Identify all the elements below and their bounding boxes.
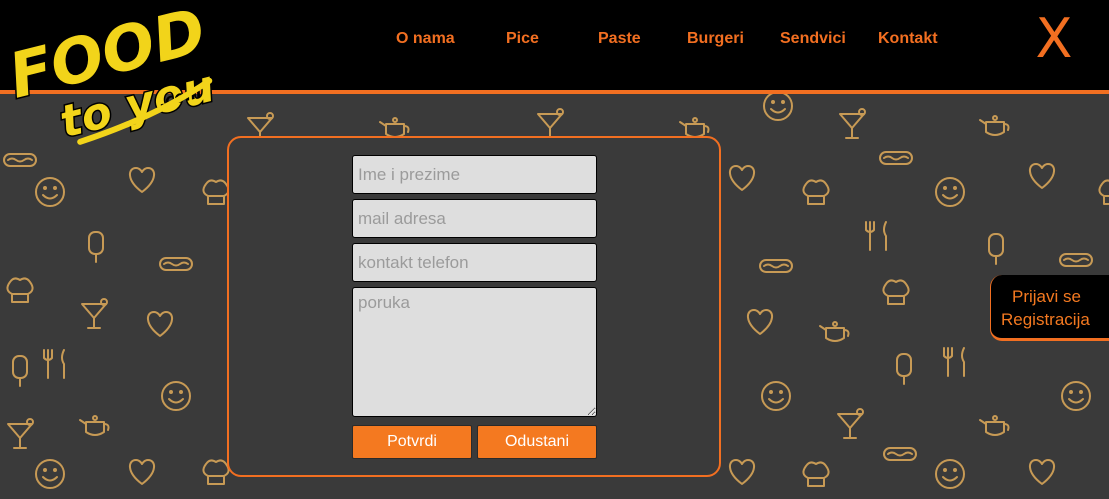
login-link[interactable]: Prijavi se xyxy=(1012,287,1081,307)
heart-icon xyxy=(122,452,162,492)
main-nav: O nama Pice Paste Burgeri Sendvici Konta… xyxy=(380,30,980,50)
email-input[interactable] xyxy=(352,199,597,238)
chef-hat-icon xyxy=(796,172,836,212)
heart-icon xyxy=(1022,452,1062,492)
heart-icon xyxy=(1022,156,1062,196)
cocktail-icon xyxy=(832,104,872,144)
chef-hat-icon xyxy=(796,454,836,494)
logo-graphic: FOOD to you .com xyxy=(0,0,221,150)
nav-item-o-nama[interactable]: O nama xyxy=(396,30,455,48)
chef-hat-icon xyxy=(0,270,40,310)
nav-item-sendvici[interactable]: Sendvici xyxy=(780,30,846,48)
name-input[interactable] xyxy=(352,155,597,194)
popsicle-icon xyxy=(76,226,116,266)
auth-side-tab: Prijavi se Registracija xyxy=(990,275,1109,341)
hotdog-icon xyxy=(876,138,916,178)
phone-input[interactable] xyxy=(352,243,597,282)
contact-form: Potvrdi Odustani xyxy=(227,136,721,477)
hotdog-icon xyxy=(756,246,796,286)
heart-icon xyxy=(140,304,180,344)
popsicle-icon xyxy=(976,228,1016,268)
cancel-button[interactable]: Odustani xyxy=(477,425,597,459)
popsicle-icon xyxy=(884,348,924,388)
close-menu-icon[interactable]: X xyxy=(1032,12,1076,66)
heart-icon xyxy=(722,452,762,492)
nav-item-kontakt[interactable]: Kontakt xyxy=(878,30,938,48)
nav-item-burgeri[interactable]: Burgeri xyxy=(687,30,744,48)
popsicle-icon xyxy=(0,350,40,390)
nav-item-paste[interactable]: Paste xyxy=(598,30,641,48)
cocktail-icon xyxy=(830,404,870,444)
teapot-icon xyxy=(816,312,856,352)
smiley-icon xyxy=(930,454,970,494)
hotdog-icon xyxy=(156,244,196,284)
smiley-icon xyxy=(930,172,970,212)
hotdog-icon xyxy=(880,434,920,474)
cocktail-icon xyxy=(0,414,40,454)
register-link[interactable]: Registracija xyxy=(1001,310,1090,330)
smiley-icon xyxy=(756,376,796,416)
smiley-icon xyxy=(30,454,70,494)
smiley-icon xyxy=(1056,376,1096,416)
submit-button[interactable]: Potvrdi xyxy=(352,425,472,459)
hotdog-icon xyxy=(1056,240,1096,280)
site-logo[interactable]: FOOD to you .com xyxy=(0,0,221,152)
cocktail-icon xyxy=(74,294,114,334)
fork-knife-icon xyxy=(858,216,898,256)
message-textarea[interactable] xyxy=(352,287,597,417)
heart-icon xyxy=(722,158,762,198)
fork-knife-icon xyxy=(36,344,76,384)
heart-icon xyxy=(740,302,780,342)
nav-item-pice[interactable]: Pice xyxy=(506,30,539,48)
teapot-icon xyxy=(976,406,1016,446)
smiley-icon xyxy=(156,376,196,416)
smiley-icon xyxy=(30,172,70,212)
fork-knife-icon xyxy=(936,342,976,382)
teapot-icon xyxy=(976,106,1016,146)
heart-icon xyxy=(122,160,162,200)
chef-hat-icon xyxy=(1092,172,1109,212)
chef-hat-icon xyxy=(876,272,916,312)
teapot-icon xyxy=(76,406,116,446)
